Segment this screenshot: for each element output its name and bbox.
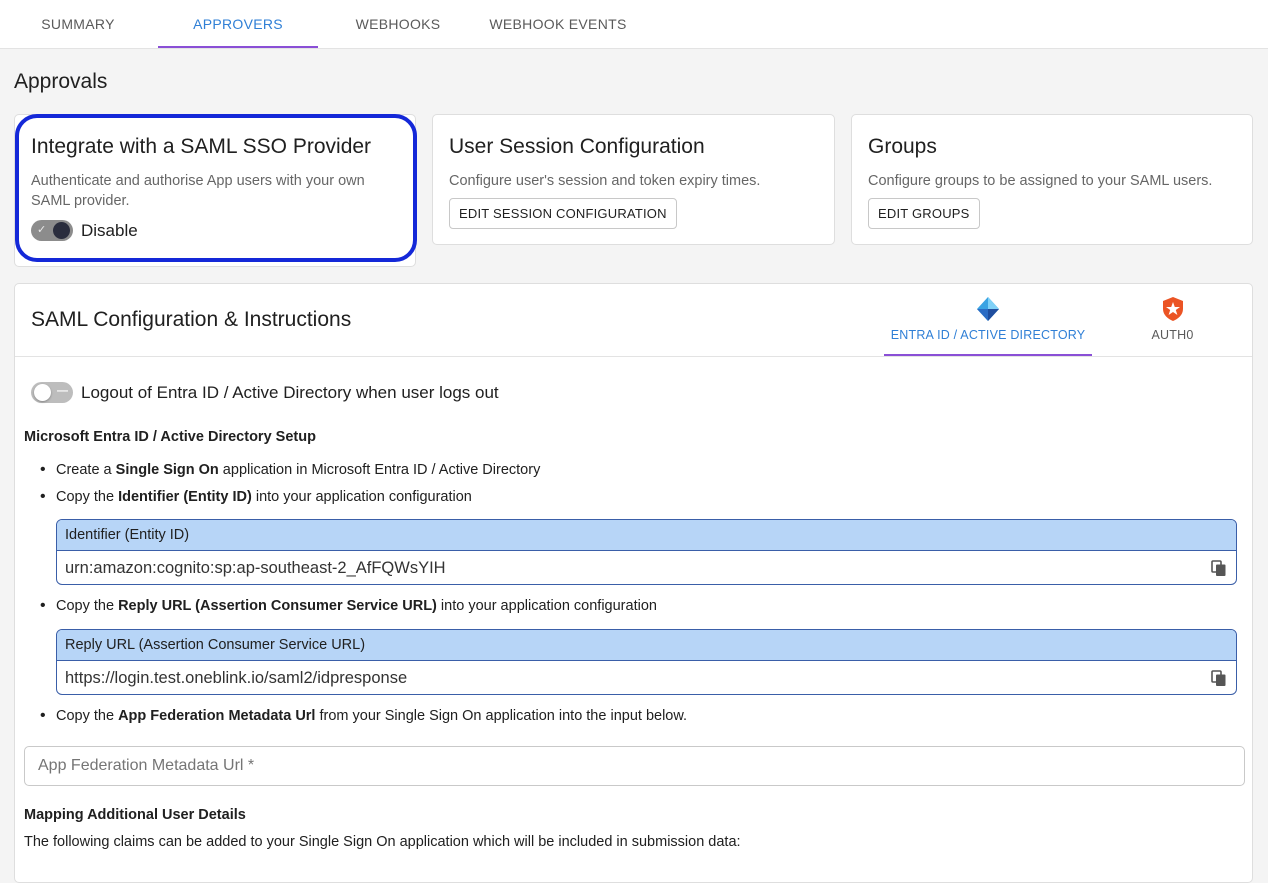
session-card-title: User Session Configuration <box>449 135 705 158</box>
saml-enable-toggle[interactable]: ✓ <box>31 220 73 241</box>
step-text: application in Microsoft Entra ID / Acti… <box>218 462 541 478</box>
mapping-description: The following claims can be added to you… <box>24 834 741 850</box>
toggle-knob <box>34 384 51 401</box>
identifier-copy-box: Identifier (Entity ID) urn:amazon:cognit… <box>56 519 1237 585</box>
saml-configuration-panel: SAML Configuration & Instructions ENTRA … <box>14 283 1253 883</box>
auth0-icon <box>1162 297 1183 321</box>
setup-step: Copy the Reply URL (Assertion Consumer S… <box>40 597 657 615</box>
session-card-description: Configure user's session and token expir… <box>449 173 761 189</box>
setup-step: Create a Single Sign On application in M… <box>40 461 541 479</box>
step-text: into your application configuration <box>251 489 472 505</box>
edit-session-configuration-button[interactable]: EDIT SESSION CONFIGURATION <box>449 198 677 229</box>
tab-approvers[interactable]: APPROVERS <box>158 0 318 48</box>
step-text: Create a <box>56 462 116 478</box>
minus-icon: — <box>57 385 68 397</box>
panel-header: SAML Configuration & Instructions ENTRA … <box>15 284 1252 357</box>
saml-card-title: Integrate with a SAML SSO Provider <box>31 135 372 158</box>
groups-card-description: Configure groups to be assigned to your … <box>868 173 1213 189</box>
provider-tab-label: AUTH0 <box>1151 328 1194 342</box>
setup-step: Copy the Identifier (Entity ID) into you… <box>40 488 472 506</box>
check-icon: ✓ <box>37 224 47 236</box>
identifier-value: urn:amazon:cognito:sp:ap-southeast-2_AfF… <box>65 558 446 577</box>
user-session-card: User Session Configuration Configure use… <box>432 114 835 245</box>
tab-summary[interactable]: SUMMARY <box>0 0 158 48</box>
section-title: Approvals <box>14 70 108 93</box>
entra-id-icon <box>977 297 999 321</box>
step-bold: Reply URL (Assertion Consumer Service UR… <box>118 598 437 614</box>
saml-toggle-row: ✓ Disable <box>31 220 138 241</box>
mapping-heading: Mapping Additional User Details <box>24 807 246 823</box>
saml-sso-card: Integrate with a SAML SSO Provider Authe… <box>14 114 416 267</box>
toggle-knob <box>53 222 70 239</box>
reply-url-value: https://login.test.oneblink.io/saml2/idp… <box>65 668 408 687</box>
copy-icon[interactable] <box>1211 670 1227 687</box>
provider-tab-label: ENTRA ID / ACTIVE DIRECTORY <box>890 328 1086 342</box>
setup-step: Copy the App Federation Metadata Url fro… <box>40 707 688 725</box>
top-tab-bar: SUMMARY APPROVERS WEBHOOKS WEBHOOK EVENT… <box>0 0 1268 49</box>
app-federation-metadata-url-input[interactable] <box>24 746 1245 786</box>
edit-groups-button[interactable]: EDIT GROUPS <box>868 198 980 229</box>
saml-toggle-label: Disable <box>81 220 138 240</box>
step-text: into your application configuration <box>436 598 657 614</box>
identifier-value-row: urn:amazon:cognito:sp:ap-southeast-2_AfF… <box>57 551 1236 584</box>
setup-heading: Microsoft Entra ID / Active Directory Se… <box>24 429 316 445</box>
provider-tab-entra-id[interactable]: ENTRA ID / ACTIVE DIRECTORY <box>884 284 1092 356</box>
groups-card-title: Groups <box>868 135 937 158</box>
tab-webhook-events[interactable]: WEBHOOK EVENTS <box>478 0 638 48</box>
copy-icon[interactable] <box>1211 560 1227 577</box>
step-bold: Identifier (Entity ID) <box>118 489 252 505</box>
step-text: Copy the <box>56 489 119 505</box>
active-provider-indicator <box>884 354 1092 356</box>
saml-card-description: Authenticate and authorise App users wit… <box>31 173 365 209</box>
identifier-label: Identifier (Entity ID) <box>57 520 1236 551</box>
logout-toggle-label: Logout of Entra ID / Active Directory wh… <box>81 382 499 402</box>
reply-url-label: Reply URL (Assertion Consumer Service UR… <box>57 630 1236 661</box>
logout-toggle[interactable]: — <box>31 382 73 403</box>
logout-toggle-row: — Logout of Entra ID / Active Directory … <box>31 382 499 403</box>
step-bold: App Federation Metadata Url <box>118 708 316 724</box>
step-text: Copy the <box>56 598 119 614</box>
reply-url-value-row: https://login.test.oneblink.io/saml2/idp… <box>57 661 1236 694</box>
provider-tab-auth0[interactable]: AUTH0 <box>1115 284 1230 356</box>
step-bold: Single Sign On <box>115 462 219 478</box>
step-text: Copy the <box>56 708 119 724</box>
active-tab-indicator <box>158 46 318 48</box>
groups-card: Groups Configure groups to be assigned t… <box>851 114 1253 245</box>
tab-webhooks[interactable]: WEBHOOKS <box>318 0 478 48</box>
reply-url-copy-box: Reply URL (Assertion Consumer Service UR… <box>56 629 1237 695</box>
panel-title: SAML Configuration & Instructions <box>31 308 352 331</box>
step-text: from your Single Sign On application int… <box>315 708 688 724</box>
